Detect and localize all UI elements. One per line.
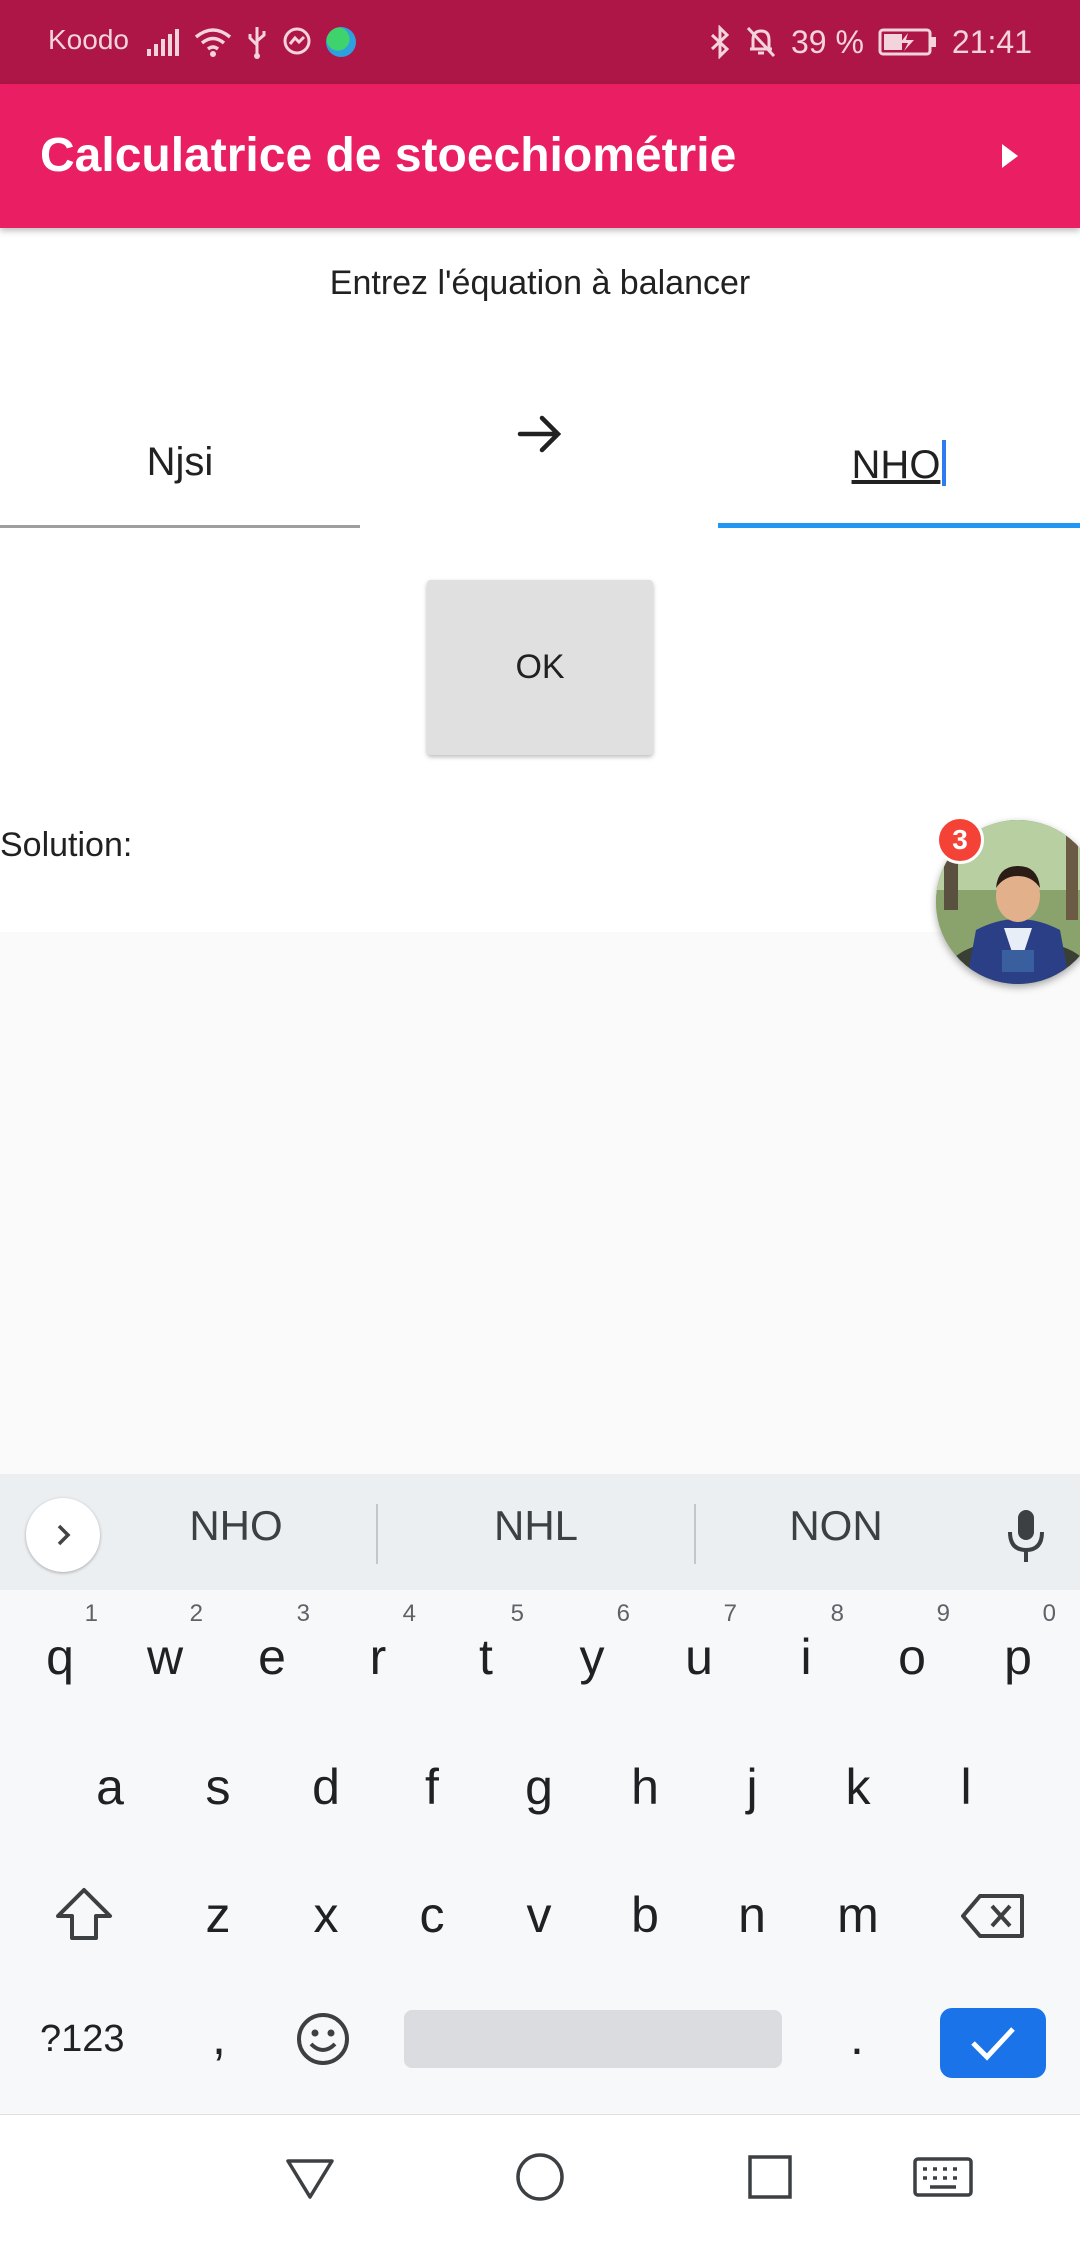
key-label: i (800, 1629, 812, 1685)
key-k[interactable]: k (828, 1758, 888, 1816)
key-number-hint: 9 (936, 1600, 950, 1627)
chat-head-badge: 3 (936, 816, 984, 864)
key-label: p (1004, 1629, 1032, 1685)
key-b[interactable]: b (615, 1886, 675, 1944)
keyboard: q1w2e3r4t5y6u7i8o9p0 asdfghjkl zxcvbnm ?… (0, 1590, 1080, 2114)
suggestion-1[interactable]: NHO (116, 1502, 356, 1550)
symbols-key[interactable]: ?123 (40, 2018, 125, 2061)
play-arrow-icon[interactable] (988, 134, 1032, 178)
backspace-icon[interactable] (960, 1892, 1026, 1940)
key-i[interactable]: i8 (776, 1600, 844, 1686)
key-q[interactable]: q1 (30, 1600, 98, 1686)
key-label: o (898, 1629, 926, 1685)
checkmark-icon (971, 2027, 1015, 2061)
ok-button[interactable]: OK (427, 580, 653, 755)
key-z[interactable]: z (188, 1886, 248, 1944)
key-label: w (146, 1629, 184, 1685)
key-number-hint: 5 (510, 1600, 524, 1627)
status-bar: Koodo 39 % 21:41 (0, 0, 1080, 84)
solution-output-area (0, 932, 1080, 1474)
recents-icon[interactable] (744, 2151, 796, 2203)
bluetooth-icon (710, 25, 730, 59)
key-number-hint: 6 (616, 1600, 630, 1627)
key-s[interactable]: s (188, 1758, 248, 1816)
key-h[interactable]: h (615, 1758, 675, 1816)
key-a[interactable]: a (80, 1758, 140, 1816)
battery-percent: 39 % (790, 23, 864, 60)
suggestion-3[interactable]: NON (716, 1502, 956, 1550)
back-icon[interactable] (284, 2151, 336, 2203)
key-m[interactable]: m (828, 1886, 888, 1944)
key-d[interactable]: d (296, 1758, 356, 1816)
emoji-icon[interactable] (296, 2012, 350, 2066)
key-e[interactable]: e3 (242, 1600, 310, 1686)
period-key[interactable]: . (842, 2008, 872, 2066)
products-value: NHO (851, 443, 941, 487)
microphone-icon[interactable] (1004, 1508, 1048, 1564)
key-label: q (46, 1629, 74, 1685)
key-g[interactable]: g (509, 1758, 569, 1816)
key-label: e (258, 1629, 286, 1685)
key-w[interactable]: w2 (135, 1600, 203, 1686)
key-c[interactable]: c (402, 1886, 462, 1944)
key-number-hint: 1 (84, 1600, 98, 1627)
text-cursor (942, 440, 947, 486)
reactants-input[interactable]: Njsi (0, 420, 360, 528)
solution-label: Solution: (0, 826, 133, 864)
key-p[interactable]: p0 (988, 1600, 1056, 1686)
key-number-hint: 4 (402, 1600, 416, 1627)
home-icon[interactable] (514, 2151, 566, 2203)
app-bar: Calculatrice de stoechiométrie (0, 84, 1080, 228)
key-label: u (685, 1629, 713, 1685)
key-label: r (369, 1629, 387, 1685)
chevron-right-icon (57, 1524, 71, 1546)
bell-off-icon (746, 26, 776, 58)
arrow-right-icon (517, 415, 562, 453)
suggestion-2[interactable]: NHL (416, 1502, 656, 1550)
key-r[interactable]: r4 (348, 1600, 416, 1686)
usb-icon (248, 27, 266, 59)
comma-key[interactable]: , (204, 2008, 234, 2066)
key-number-hint: 3 (296, 1600, 310, 1627)
key-number-hint: 8 (830, 1600, 844, 1627)
key-j[interactable]: j (722, 1758, 782, 1816)
equation-prompt: Entrez l'équation à balancer (329, 264, 751, 302)
products-underline (718, 523, 1080, 528)
key-number-hint: 7 (723, 1600, 737, 1627)
reactants-underline (0, 525, 360, 528)
shift-icon[interactable] (54, 1886, 114, 1942)
key-label: t (479, 1629, 493, 1685)
key-y[interactable]: y6 (562, 1600, 631, 1686)
key-o[interactable]: o9 (882, 1600, 950, 1686)
key-number-hint: 0 (1042, 1600, 1056, 1627)
messenger-icon (283, 27, 311, 55)
keyboard-suggestion-bar: NHO NHL NON (0, 1474, 1080, 1590)
space-key[interactable] (404, 2010, 782, 2068)
key-x[interactable]: x (296, 1886, 356, 1944)
key-number-hint: 2 (189, 1600, 203, 1627)
key-f[interactable]: f (402, 1758, 462, 1816)
app-title: Calculatrice de stoechiométrie (40, 129, 737, 182)
products-input[interactable]: NHO (718, 420, 1080, 528)
key-l[interactable]: l (936, 1758, 996, 1816)
keyboard-icon[interactable] (912, 2151, 974, 2203)
key-v[interactable]: v (509, 1886, 569, 1944)
key-label: y (579, 1629, 605, 1685)
wifi-icon (194, 28, 232, 57)
key-u[interactable]: u7 (669, 1600, 737, 1686)
system-nav-bar (0, 2114, 1080, 2244)
reactants-value: Njsi (146, 440, 214, 484)
carrier-name: Koodo (48, 24, 129, 55)
globe-icon (326, 27, 356, 57)
signal-icon (147, 29, 179, 56)
key-t[interactable]: t5 (456, 1600, 524, 1686)
key-n[interactable]: n (722, 1886, 782, 1944)
expand-toolbar-button[interactable] (26, 1498, 100, 1572)
battery-charging-icon (878, 28, 936, 56)
clock-time: 21:41 (951, 23, 1032, 60)
enter-key[interactable] (940, 2008, 1046, 2078)
